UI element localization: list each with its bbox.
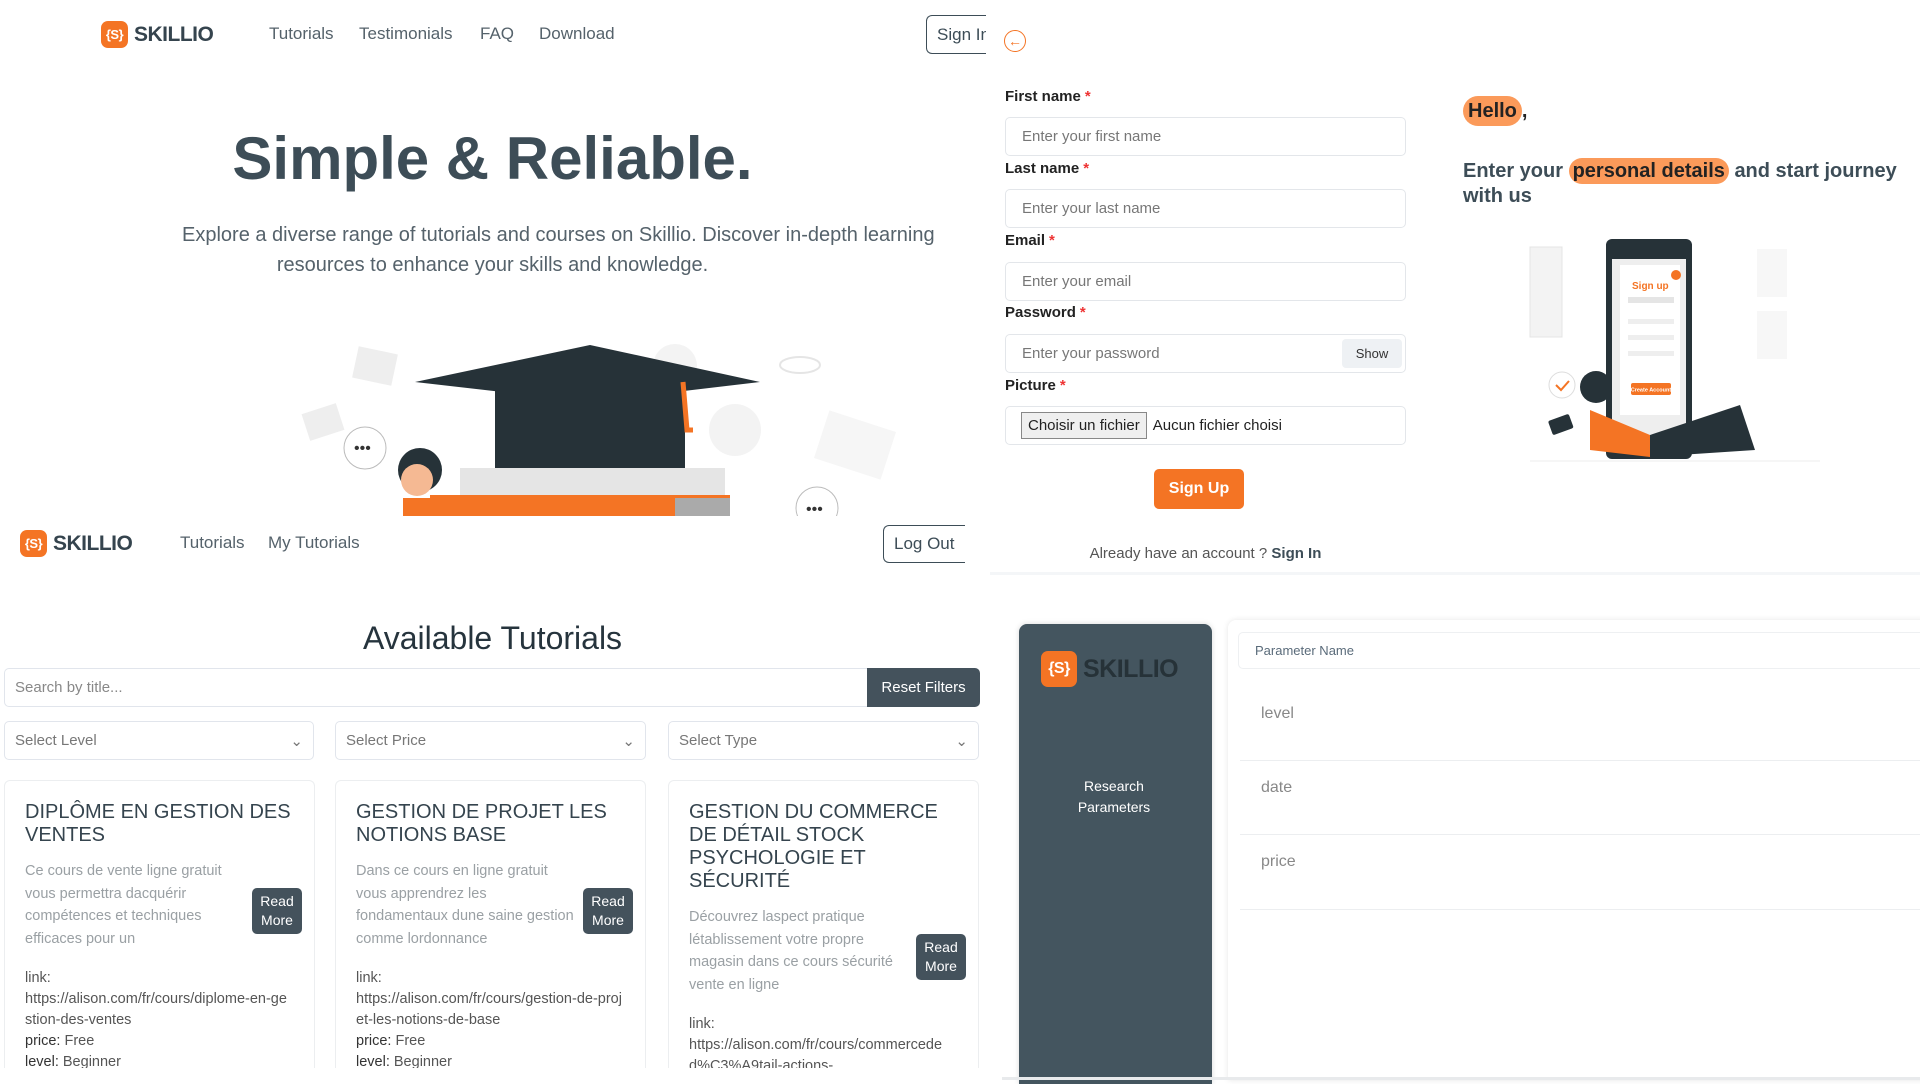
card-price: Free (395, 1033, 426, 1049)
logo-mark-icon: {S} (1041, 651, 1077, 687)
illustration-signup-text: Sign up (1632, 281, 1669, 292)
card-title: Diplôme en gestion des ventes (25, 801, 291, 846)
level-select[interactable]: Select Level ⌄ (4, 721, 314, 760)
hero-subtitle-line2: resources to enhance your skills and kno… (276, 254, 709, 276)
first-name-label: First name * (1005, 88, 1091, 105)
column-header-parameter-name: Parameter Name (1238, 632, 1920, 669)
tagline: Enter your personal details and start jo… (1463, 158, 1897, 207)
chevron-down-icon: ⌄ (622, 732, 635, 750)
illustration-create-account-text: Create Account (1631, 388, 1672, 394)
graduation-illustration: ••• ••• (301, 344, 897, 516)
nav-download[interactable]: Download (539, 24, 615, 44)
logo-mark-icon: {S} (20, 530, 47, 557)
tutorial-card: Gestion du commerce de détail stock psyc… (668, 780, 979, 1080)
card-link[interactable]: https://alison.com/fr/cours/diplome-en-g… (25, 989, 294, 1031)
hero-subtitle-line1: Explore a diverse range of tutorials and… (182, 224, 935, 246)
file-status: Aucun fichier choisi (1152, 417, 1282, 434)
sidebar-item-research-parameters[interactable]: Research Parameters (1064, 776, 1164, 818)
read-more-button[interactable]: Read More (916, 934, 966, 980)
nav-tutorials[interactable]: Tutorials (180, 533, 245, 553)
tutorials-heading: Available Tutorials (362, 620, 623, 656)
parameter-row-date[interactable]: date (1261, 779, 1292, 797)
nav-my-tutorials[interactable]: My Tutorials (268, 533, 360, 553)
tutorial-card: Gestion de projet les notions base Dans … (335, 780, 646, 1080)
log-out-button[interactable]: Log Out (883, 525, 965, 563)
email-label: Email * (1005, 232, 1055, 249)
level-select-value: Select Level (15, 732, 97, 749)
picture-file-input[interactable]: Choisir un fichier Aucun fichier choisi (1005, 406, 1406, 445)
search-input[interactable]: Search by title... (4, 668, 868, 707)
type-select-value: Select Type (679, 732, 758, 749)
parameters-panel (1228, 620, 1920, 1080)
email-input[interactable]: Enter your email (1005, 262, 1406, 301)
last-name-label: Last name * (1005, 160, 1090, 177)
nav-faq[interactable]: FAQ (480, 24, 514, 44)
parameter-row-price[interactable]: price (1261, 853, 1296, 871)
show-password-button[interactable]: Show (1342, 339, 1402, 368)
card-description: Ce cours de vente ligne gratuit vous per… (25, 863, 222, 947)
picture-label: Picture * (1005, 377, 1066, 394)
back-arrow-icon[interactable]: ← (1004, 30, 1026, 52)
choose-file-button[interactable]: Choisir un fichier (1021, 412, 1147, 439)
chevron-down-icon: ⌄ (955, 732, 968, 750)
brand-logo[interactable]: {S} SKILLIO (101, 21, 214, 48)
read-more-button[interactable]: Read More (252, 888, 302, 934)
signup-illustration: Sign up Create Account (1529, 239, 1820, 462)
svg-text:•••: ••• (806, 501, 823, 516)
brand-logo[interactable]: {S} SKILLIO (1041, 651, 1179, 687)
card-title: Gestion du commerce de détail stock psyc… (689, 801, 938, 892)
reset-filters-button[interactable]: Reset Filters (867, 668, 980, 707)
card-description: Découvrez laspect pratique létablissemen… (689, 909, 893, 993)
last-name-input[interactable]: Enter your last name (1005, 189, 1406, 228)
logo-text: SKILLIO (1083, 654, 1179, 683)
card-description: Dans ce cours en ligne gratuit vous appr… (356, 863, 574, 947)
admin-sidebar: {S} SKILLIO Research Parameters (1019, 624, 1212, 1084)
logo-text: SKILLIO (134, 22, 214, 46)
card-price: Free (64, 1033, 95, 1049)
price-select-value: Select Price (346, 732, 427, 749)
logo-mark-icon: {S} (101, 21, 128, 48)
card-link[interactable]: https://alison.com/fr/cours/gestion-de-p… (356, 989, 625, 1031)
first-name-input[interactable]: Enter your first name (1005, 117, 1406, 156)
link-label: link: (25, 970, 51, 986)
tutorial-card: Diplôme en gestion des ventes Ce cours d… (4, 780, 315, 1080)
brand-logo[interactable]: {S} SKILLIO (20, 530, 133, 557)
read-more-button[interactable]: Read More (583, 888, 633, 934)
svg-text:•••: ••• (354, 440, 371, 457)
hello-heading: Hello, (1463, 96, 1527, 126)
price-label: price: (356, 1033, 392, 1049)
parameter-row-level[interactable]: level (1261, 705, 1294, 723)
sign-in-button[interactable]: Sign In (926, 15, 986, 54)
link-label: link: (689, 1016, 715, 1032)
price-select[interactable]: Select Price ⌄ (335, 721, 646, 760)
logo-text: SKILLIO (53, 531, 133, 555)
nav-testimonials[interactable]: Testimonials (359, 24, 453, 44)
chevron-down-icon: ⌄ (290, 732, 303, 750)
password-label: Password * (1005, 304, 1086, 321)
link-label: link: (356, 970, 382, 986)
card-title: Gestion de projet les notions base (356, 801, 607, 846)
type-select[interactable]: Select Type ⌄ (668, 721, 979, 760)
nav-tutorials[interactable]: Tutorials (269, 24, 334, 44)
sign-up-button[interactable]: Sign Up (1154, 469, 1244, 509)
already-account-text: Already have an account ? Sign In (1089, 545, 1322, 562)
price-label: price: (25, 1033, 61, 1049)
hero-title: Simple & Reliable. (232, 125, 753, 192)
sign-in-link[interactable]: Sign In (1271, 545, 1321, 562)
